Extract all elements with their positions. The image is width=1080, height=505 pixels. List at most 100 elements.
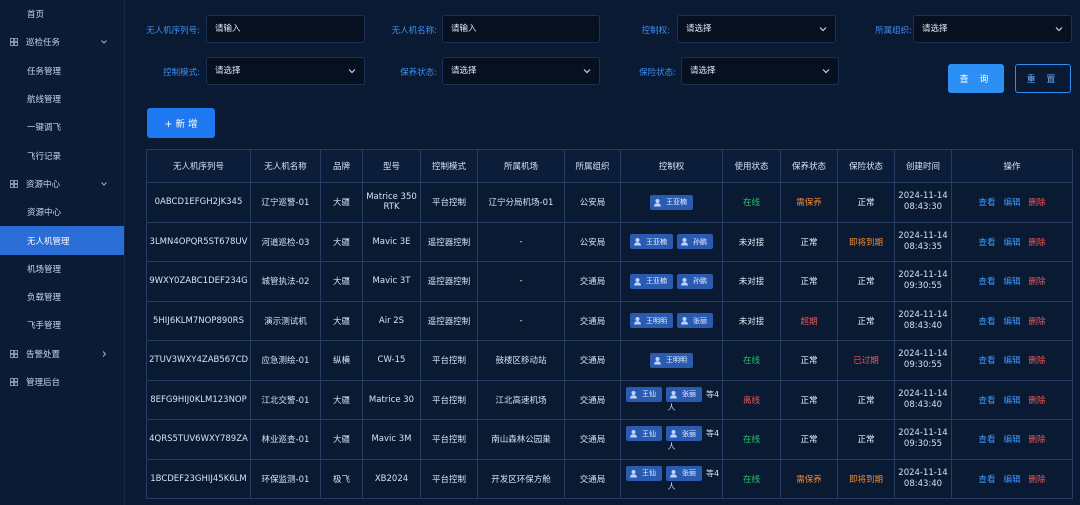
table-row[interactable]: 2TUV3WXY4ZAB567CD 应急测绘-01 纵横 CW-15 平台控制 鼓楼区移动… [146, 340, 1073, 381]
edit-link[interactable]: 编辑 [1003, 396, 1020, 406]
mode-cell: 遥控器控制 [420, 261, 478, 302]
sidebar-item[interactable]: 巡检任务 [0, 28, 124, 56]
serial-input[interactable]: 请输入 [206, 15, 365, 43]
controller-name: 王仙 [641, 429, 656, 438]
sidebar-item-label: 航线管理 [27, 95, 62, 106]
view-link[interactable]: 查看 [978, 435, 995, 445]
edit-link[interactable]: 编辑 [1003, 435, 1020, 445]
sidebar-item[interactable]: 负载管理 [0, 283, 124, 311]
org-select-value: 请选择 [922, 24, 948, 34]
view-link[interactable]: 查看 [978, 396, 995, 406]
maintenance-status-cell: 超期 [780, 300, 838, 341]
sidebar-item[interactable]: 任务管理 [0, 57, 124, 85]
name-cell: 应急测绘-01 [250, 340, 321, 381]
org-select[interactable]: 请选择 [913, 15, 1072, 43]
column-header: 所属机场 [477, 149, 565, 183]
controller-name: 孙鹏 [693, 277, 707, 286]
mode-cell: 平台控制 [420, 182, 478, 223]
view-link[interactable]: 查看 [978, 238, 995, 248]
sidebar-item[interactable]: 机场管理 [0, 255, 124, 283]
created-clock: 08:43:40 [903, 478, 943, 489]
column-header: 操作 [951, 149, 1073, 183]
control-right-select[interactable]: 请选择 [677, 15, 836, 43]
chevron-down-icon [348, 67, 356, 75]
column-header: 无人机序列号 [146, 149, 251, 183]
table-row[interactable]: 0ABCD1EFGH2JK345 辽宁巡警-01 大疆 Matrice 350 RTK… [146, 182, 1073, 223]
delete-link[interactable]: 删除 [1029, 277, 1046, 287]
controller-name: 张丽 [693, 316, 707, 325]
table-row[interactable]: 5HIJ6KLM7NOP890RS 演示测试机 大疆 Air 2S 遥控器控制 - 交通局王… [146, 300, 1073, 341]
serial-cell: 1BCDEF23GHIJ45K6LM [146, 458, 251, 499]
table-row[interactable]: 9WXY0ZABC1DEF234G 城管执法-02 大疆 Mavic 3T 遥控器控制 -… [146, 261, 1073, 302]
edit-link[interactable]: 编辑 [1003, 277, 1020, 287]
delete-link[interactable]: 删除 [1029, 475, 1046, 485]
table-row[interactable]: 4QRS5TUV6WXY789ZA 林业巡查-01 大疆 Mavic 3M 平台控制 南山… [146, 419, 1073, 460]
use-status-cell: 未对接 [722, 221, 781, 262]
view-link[interactable]: 查看 [978, 277, 995, 287]
control-mode-select[interactable]: 请选择 [206, 57, 365, 85]
created-time-cell: 2024-11-14 09:30:55 [894, 340, 952, 381]
sidebar-item[interactable]: 航线管理 [0, 85, 124, 113]
org-cell: 公安局 [564, 182, 621, 223]
control-right-select-value: 请选择 [686, 24, 712, 34]
table-row[interactable]: 8EFG9HIJ0KLM123NOP 江北交警-01 大疆 Matrice 30 平台控… [146, 379, 1073, 420]
use-status-cell: 在线 [722, 340, 781, 381]
controller-tag: 王亚楠 [650, 194, 693, 210]
sidebar-item[interactable]: 告警处置 [0, 340, 124, 368]
controller-tag: 孙鹏 [677, 273, 713, 289]
edit-link[interactable]: 编辑 [1003, 356, 1020, 366]
maintenance-select[interactable]: 请选择 [442, 57, 600, 85]
brand-cell: 纵横 [320, 340, 363, 381]
controller-name: 王仙 [641, 469, 656, 478]
query-button[interactable]: 查 询 [948, 64, 1004, 93]
model-cell: Mavic 3M [362, 419, 421, 460]
table-row[interactable]: 1BCDEF23GHIJ45K6LM 环保监测-01 极飞 XB2024 平台控制 开发区… [146, 458, 1073, 499]
sidebar-item[interactable]: 资源中心 [0, 170, 124, 198]
sidebar-item[interactable]: 一键调飞 [0, 113, 124, 141]
edit-link[interactable]: 编辑 [1003, 238, 1020, 248]
controller-tag: 孙鹏 [677, 234, 713, 250]
name-input[interactable]: 请输入 [442, 15, 600, 43]
sidebar-item[interactable]: 管理后台 [0, 368, 124, 396]
insurance-select-value: 请选择 [690, 66, 716, 76]
edit-link[interactable]: 编辑 [1003, 317, 1020, 327]
reset-button[interactable]: 重 置 [1015, 64, 1071, 93]
created-clock: 08:43:30 [903, 202, 943, 213]
controller-tag: 王仙 [625, 465, 662, 481]
insurance-status-cell: 正常 [837, 379, 895, 420]
sidebar-item[interactable]: 资源中心 [0, 198, 124, 226]
controller-name: 王仙 [641, 390, 656, 399]
airport-cell: 开发区环保方舱 [477, 458, 565, 499]
sidebar-item[interactable]: 无人机管理 [0, 226, 124, 255]
sidebar-item[interactable]: 飞行记录 [0, 141, 124, 169]
insurance-status-cell: 正常 [837, 300, 895, 341]
controller-tag: 张丽 [665, 426, 702, 442]
delete-link[interactable]: 删除 [1029, 356, 1046, 366]
name-cell: 环保监测-01 [250, 458, 321, 499]
delete-link[interactable]: 删除 [1029, 396, 1046, 406]
delete-link[interactable]: 删除 [1029, 317, 1046, 327]
grid-icon [10, 180, 18, 188]
operations-cell: 查看 编辑 删除 [951, 419, 1073, 460]
edit-link[interactable]: 编辑 [1003, 475, 1020, 485]
delete-link[interactable]: 删除 [1029, 198, 1046, 208]
column-header: 保养状态 [780, 149, 838, 183]
created-time-cell: 2024-11-14 09:30:55 [894, 419, 952, 460]
sidebar-item[interactable]: 首页 [0, 0, 124, 28]
table-row[interactable]: 3LMN4OPQR5ST678UV 河道巡检-03 大疆 Mavic 3E 遥控器控制 -… [146, 221, 1073, 262]
view-link[interactable]: 查看 [978, 475, 995, 485]
delete-link[interactable]: 删除 [1029, 435, 1046, 445]
add-button[interactable]: + 新 增 [147, 108, 215, 138]
user-icon [653, 198, 662, 207]
created-date: 2024-11-14 [898, 191, 948, 202]
controllers-cell: 王仙 张丽 等4人 [620, 419, 723, 460]
controllers-cell: 王明明 张丽 [620, 300, 723, 341]
view-link[interactable]: 查看 [978, 356, 995, 366]
view-link[interactable]: 查看 [978, 198, 995, 208]
view-link[interactable]: 查看 [978, 317, 995, 327]
insurance-status-cell: 正常 [837, 419, 895, 460]
edit-link[interactable]: 编辑 [1003, 198, 1020, 208]
sidebar-item[interactable]: 飞手管理 [0, 311, 124, 339]
insurance-select[interactable]: 请选择 [681, 57, 839, 85]
delete-link[interactable]: 删除 [1029, 238, 1046, 248]
